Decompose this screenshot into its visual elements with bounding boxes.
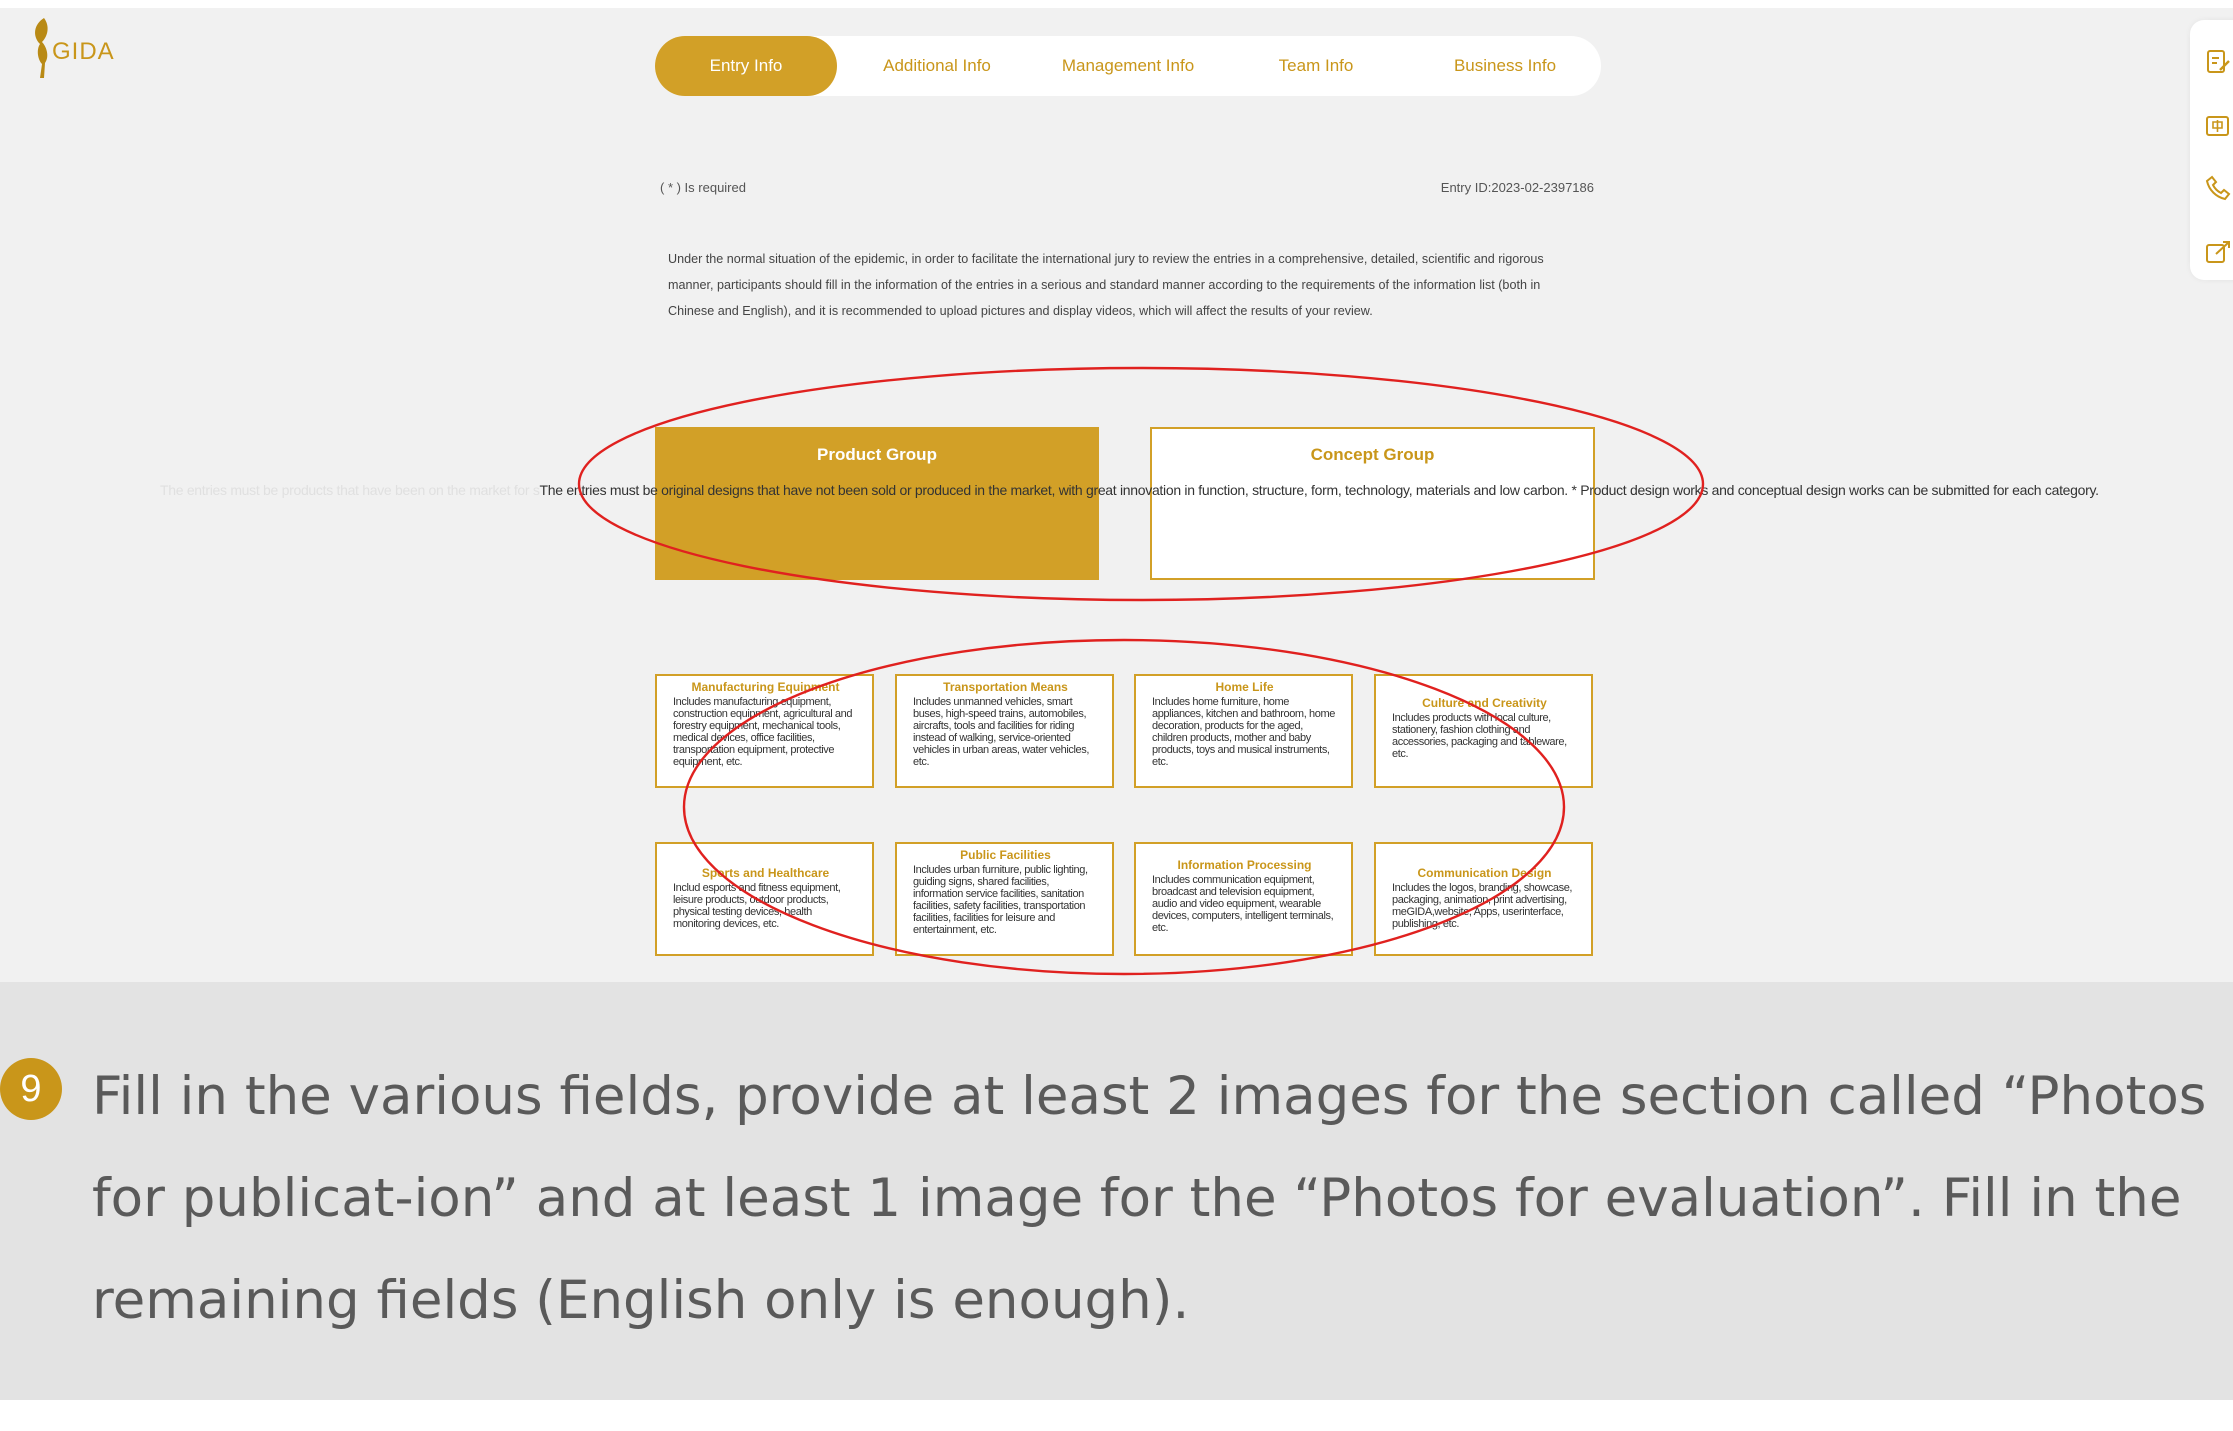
category-title: Information Processing	[1177, 858, 1312, 872]
category-transportation-means[interactable]: Transportation Means Includes unmanned v…	[895, 674, 1114, 788]
step-number-badge: 9	[0, 1058, 62, 1120]
category-communication-design[interactable]: Communication Design Includes the logos,…	[1374, 842, 1593, 956]
category-desc: Includ esports and fitness equipment, le…	[673, 882, 841, 930]
group-description: The entries must be products that have b…	[160, 482, 2200, 498]
group-description-main: The entries must be original designs tha…	[539, 482, 2099, 498]
category-public-facilities[interactable]: Public Facilities Includes urban furnitu…	[895, 842, 1114, 956]
entry-id: Entry ID:2023-02-2397186	[1440, 180, 1594, 195]
tab-additional-info[interactable]: Additional Info	[867, 36, 1007, 96]
required-note: ( * ) Is required	[660, 180, 746, 195]
side-toolbar	[2190, 20, 2233, 280]
concept-group-button[interactable]: Concept Group	[1150, 427, 1595, 580]
category-information-processing[interactable]: Information Processing Includes communic…	[1134, 842, 1353, 956]
group-description-faint: The entries must be products that have b…	[160, 482, 540, 498]
category-title: Communication Design	[1417, 866, 1552, 880]
category-desc: Includes the logos, branding, showcase, …	[1392, 882, 1573, 930]
intro-text: Under the normal situation of the epidem…	[668, 252, 1544, 318]
tab-team-info[interactable]: Team Info	[1251, 36, 1381, 96]
concept-group-label: Concept Group	[1310, 445, 1435, 464]
edit-form-icon[interactable]	[2204, 48, 2233, 78]
bottom-strip	[0, 1400, 2233, 1431]
category-title: Sports and Healthcare	[701, 866, 830, 880]
category-title: Culture and Creativity	[1422, 696, 1547, 710]
category-desc: Includes unmanned vehicles, smart buses,…	[913, 696, 1089, 768]
product-group-button[interactable]: Product Group	[655, 427, 1099, 580]
instruction-text: Fill in the various fields, provide at l…	[92, 1066, 2207, 1331]
logo-text: GIDA	[52, 38, 115, 65]
product-group-label: Product Group	[817, 445, 937, 464]
share-edit-icon[interactable]	[2204, 238, 2233, 268]
category-title: Public Facilities	[960, 848, 1051, 862]
category-desc: Includes manufacturing equipment, constr…	[673, 696, 853, 768]
category-desc: Includes home furniture, home appliances…	[1152, 696, 1335, 768]
category-desc: Includes products with local culture, st…	[1392, 712, 1567, 760]
category-title: Manufacturing Equipment	[691, 680, 840, 694]
category-title: Transportation Means	[943, 680, 1068, 694]
category-manufacturing-equipment[interactable]: Manufacturing Equipment Includes manufac…	[655, 674, 874, 788]
category-desc: Includes communication equipment, broadc…	[1152, 874, 1334, 934]
language-icon[interactable]	[2204, 112, 2233, 142]
tab-entry-info[interactable]: Entry Info	[655, 36, 837, 96]
category-home-life[interactable]: Home Life Includes home furniture, home …	[1134, 674, 1353, 788]
category-desc: Includes urban furniture, public lightin…	[913, 864, 1088, 936]
phone-icon[interactable]	[2204, 174, 2233, 204]
form-tabs: Entry Info Additional Info Management In…	[655, 36, 1601, 96]
category-title: Home Life	[1215, 680, 1274, 694]
tab-management-info[interactable]: Management Info	[1053, 36, 1203, 96]
category-culture-and-creativity[interactable]: Culture and Creativity Includes products…	[1374, 674, 1593, 788]
screenshot-area: GIDA Entry Info Additional Info Manageme…	[0, 8, 2233, 982]
tab-business-info[interactable]: Business Info	[1435, 36, 1575, 96]
category-sports-and-healthcare[interactable]: Sports and Healthcare Includ esports and…	[655, 842, 874, 956]
